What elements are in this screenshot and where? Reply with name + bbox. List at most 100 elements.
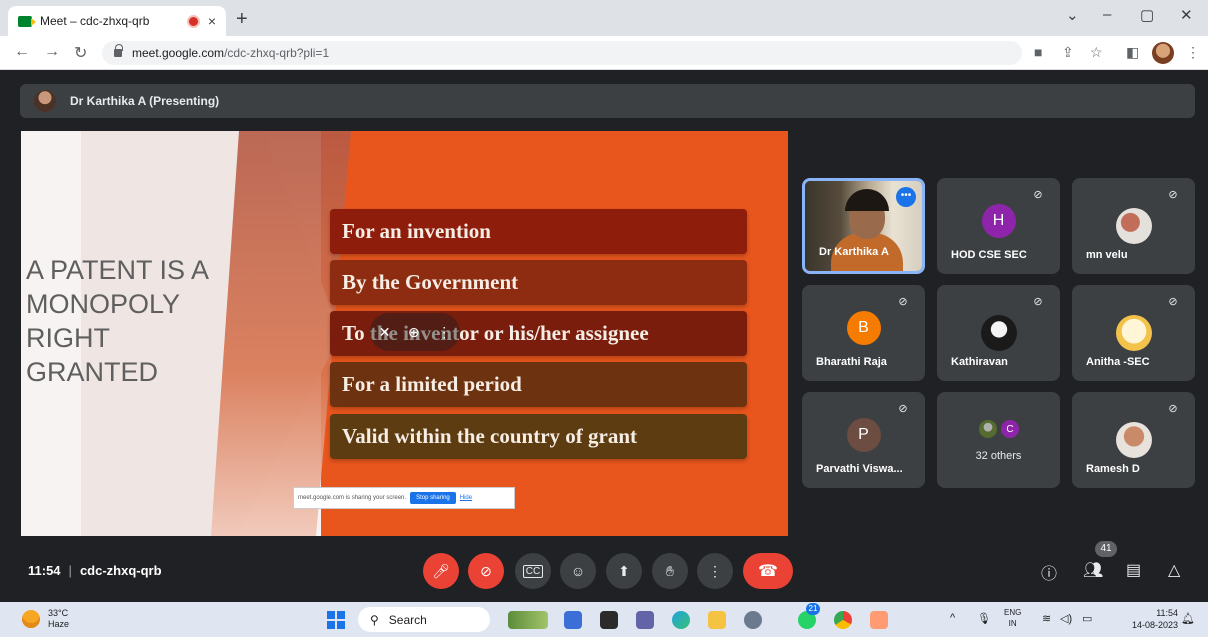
mic-off-icon: ⊘ <box>1033 296 1043 308</box>
mic-off-icon: ⊘ <box>1033 189 1043 201</box>
share-notice-text: meet.google.com is sharing your screen. <box>298 495 407 501</box>
participant-tile[interactable]: ⊘ H HOD CSE SEC <box>937 178 1060 274</box>
address-bar[interactable]: meet.google.com/cdc-zhxq-qrb?pli=1 <box>102 41 1022 65</box>
participant-tile[interactable]: ⊘ B Bharathi Raja <box>802 285 925 381</box>
leave-call-button[interactable]: ☎ <box>743 553 793 589</box>
teams-chat-icon[interactable] <box>636 611 654 629</box>
meeting-code: cdc-zhxq-qrb <box>79 563 162 578</box>
more-options-button[interactable]: ⋮ <box>697 553 733 589</box>
mic-toggle-button[interactable]: 🎤︎ <box>423 553 459 589</box>
participant-tile[interactable]: ⊘ Anitha -SEC <box>1072 285 1195 381</box>
participant-letter-avatar: P <box>846 418 881 452</box>
widgets-icon[interactable] <box>508 611 548 629</box>
tile-hover-controls[interactable]: ✕ ⊕ ⋮ <box>370 313 460 351</box>
shared-screen: A PATENT IS A MONOPOLY RIGHT GRANTED For… <box>21 131 788 536</box>
browser-tab-meet[interactable]: Meet – cdc-zhxq-qrb × <box>8 6 226 36</box>
slide-point: For a limited period <box>330 362 747 407</box>
weather-widget[interactable]: 33°C Haze <box>22 608 69 630</box>
chat-icon[interactable]: ▤ <box>1126 560 1141 580</box>
tab-close-icon[interactable]: × <box>208 13 216 29</box>
side-panel-icon[interactable]: ◧ <box>1126 44 1139 61</box>
battery-icon[interactable]: ▭ <box>1082 612 1092 625</box>
present-button[interactable]: ⬆ <box>606 553 642 589</box>
minimize-icon[interactable]: – <box>1103 6 1111 23</box>
edge-browser-icon[interactable] <box>672 611 690 629</box>
captions-icon: CC <box>522 564 544 578</box>
present-screen-icon: ⬆ <box>618 562 630 579</box>
notification-bell-icon[interactable]: 🔔︎ <box>1181 612 1195 625</box>
taskbar-search[interactable]: ⚲ Search <box>358 607 490 632</box>
zoom-icon[interactable]: ⊕ <box>408 324 420 341</box>
snipping-tool-icon[interactable] <box>870 611 888 629</box>
tab-title: Meet – cdc-zhxq-qrb <box>40 14 150 28</box>
raise-hand-button[interactable]: ✋︎ <box>652 553 688 589</box>
camera-in-use-icon[interactable]: ■ <box>1034 44 1042 60</box>
profile-avatar[interactable] <box>1152 42 1174 64</box>
captions-button[interactable]: CC <box>515 553 551 589</box>
app-icon[interactable] <box>564 611 582 629</box>
system-clock[interactable]: 11:54 14-08-2023 <box>1132 607 1178 631</box>
meeting-time: 11:54 <box>28 563 61 578</box>
hand-icon: ✋︎ <box>666 562 674 579</box>
start-windows-icon[interactable] <box>327 611 345 629</box>
participant-photo <box>1115 208 1152 244</box>
participant-name: mn velu <box>1086 249 1128 261</box>
window-close-icon[interactable]: ✕ <box>1180 6 1193 24</box>
others-tile[interactable]: C 32 others <box>937 392 1060 488</box>
forward-arrow-icon[interactable]: → <box>44 43 60 61</box>
input-language[interactable]: ENG IN <box>1004 607 1021 629</box>
activities-icon[interactable]: △ <box>1168 560 1180 580</box>
browser-tab-strip: Meet – cdc-zhxq-qrb × + ⌄ – ▢ ✕ <box>0 0 1208 36</box>
file-explorer-icon[interactable] <box>708 611 726 629</box>
participant-tile[interactable]: ⊘ Ramesh D <box>1072 392 1195 488</box>
participant-tile[interactable]: ⊘ Kathiravan <box>937 285 1060 381</box>
menu-kebab-icon[interactable]: ⋮ <box>1186 44 1200 61</box>
microphone-tray-icon[interactable]: 🎙︎ <box>977 612 991 625</box>
settings-gear-icon[interactable] <box>744 611 762 629</box>
participant-name: Ramesh D <box>1086 463 1140 475</box>
weather-condition: Haze <box>48 619 70 629</box>
participant-tile[interactable]: ••• Dr Karthika A <box>802 178 925 274</box>
temperature: 33°C <box>48 608 69 618</box>
tray-overflow-icon[interactable]: ^ <box>950 612 955 624</box>
tab-search-icon[interactable]: ⌄ <box>1066 6 1079 24</box>
slide-heading-line: A PATENT IS A <box>26 255 210 285</box>
mic-off-icon: ⊘ <box>1168 189 1178 201</box>
pin-off-icon[interactable]: ✕ <box>379 324 391 341</box>
recording-indicator-icon <box>188 16 198 26</box>
slide-point: Valid within the country of grant <box>330 414 747 459</box>
weather-haze-icon <box>22 610 40 628</box>
task-view-icon[interactable] <box>600 611 618 629</box>
chrome-browser-icon[interactable] <box>834 611 852 629</box>
meeting-info: 11:54 | cdc-zhxq-qrb <box>28 563 162 578</box>
participant-tile[interactable]: ⊘ P Parvathi Viswa... <box>802 392 925 488</box>
participant-name: Anitha -SEC <box>1086 356 1150 368</box>
reactions-button[interactable]: ☺ <box>560 553 596 589</box>
wifi-icon[interactable]: ≋ <box>1042 612 1051 625</box>
participant-tile[interactable]: ⊘ mn velu <box>1072 178 1195 274</box>
participant-name: Bharathi Raja <box>816 356 887 368</box>
mic-off-icon: ⊘ <box>1168 403 1178 415</box>
people-icon[interactable]: 👥︎ <box>1083 560 1103 580</box>
participant-name: Kathiravan <box>951 356 1008 368</box>
more-options-icon[interactable]: ••• <box>896 187 916 207</box>
stop-sharing-button[interactable]: Stop sharing <box>410 492 456 504</box>
emoji-icon: ☺ <box>570 563 586 579</box>
camera-toggle-button[interactable]: ⊘ <box>468 553 504 589</box>
others-count-label: 32 others <box>975 450 1022 462</box>
reload-icon[interactable]: ↻ <box>74 43 87 63</box>
bookmark-star-icon[interactable]: ☆ <box>1090 44 1103 61</box>
new-tab-button[interactable]: + <box>236 8 248 31</box>
clock-time: 11:54 <box>1156 608 1179 618</box>
restore-icon[interactable]: ▢ <box>1140 6 1154 24</box>
mic-off-icon: ⊘ <box>898 403 908 415</box>
share-icon[interactable]: ⇪ <box>1062 44 1074 61</box>
participant-name: Parvathi Viswa... <box>816 463 903 475</box>
hide-notice-link[interactable]: Hide <box>460 495 472 501</box>
volume-icon[interactable]: ◁) <box>1060 612 1072 625</box>
slide-point: For an invention <box>330 209 747 254</box>
more-options-icon[interactable]: ⋮ <box>437 324 451 341</box>
participant-photo <box>979 420 997 438</box>
meeting-details-icon[interactable]: ⓘ <box>1041 560 1057 584</box>
back-arrow-icon[interactable]: ← <box>14 43 30 61</box>
